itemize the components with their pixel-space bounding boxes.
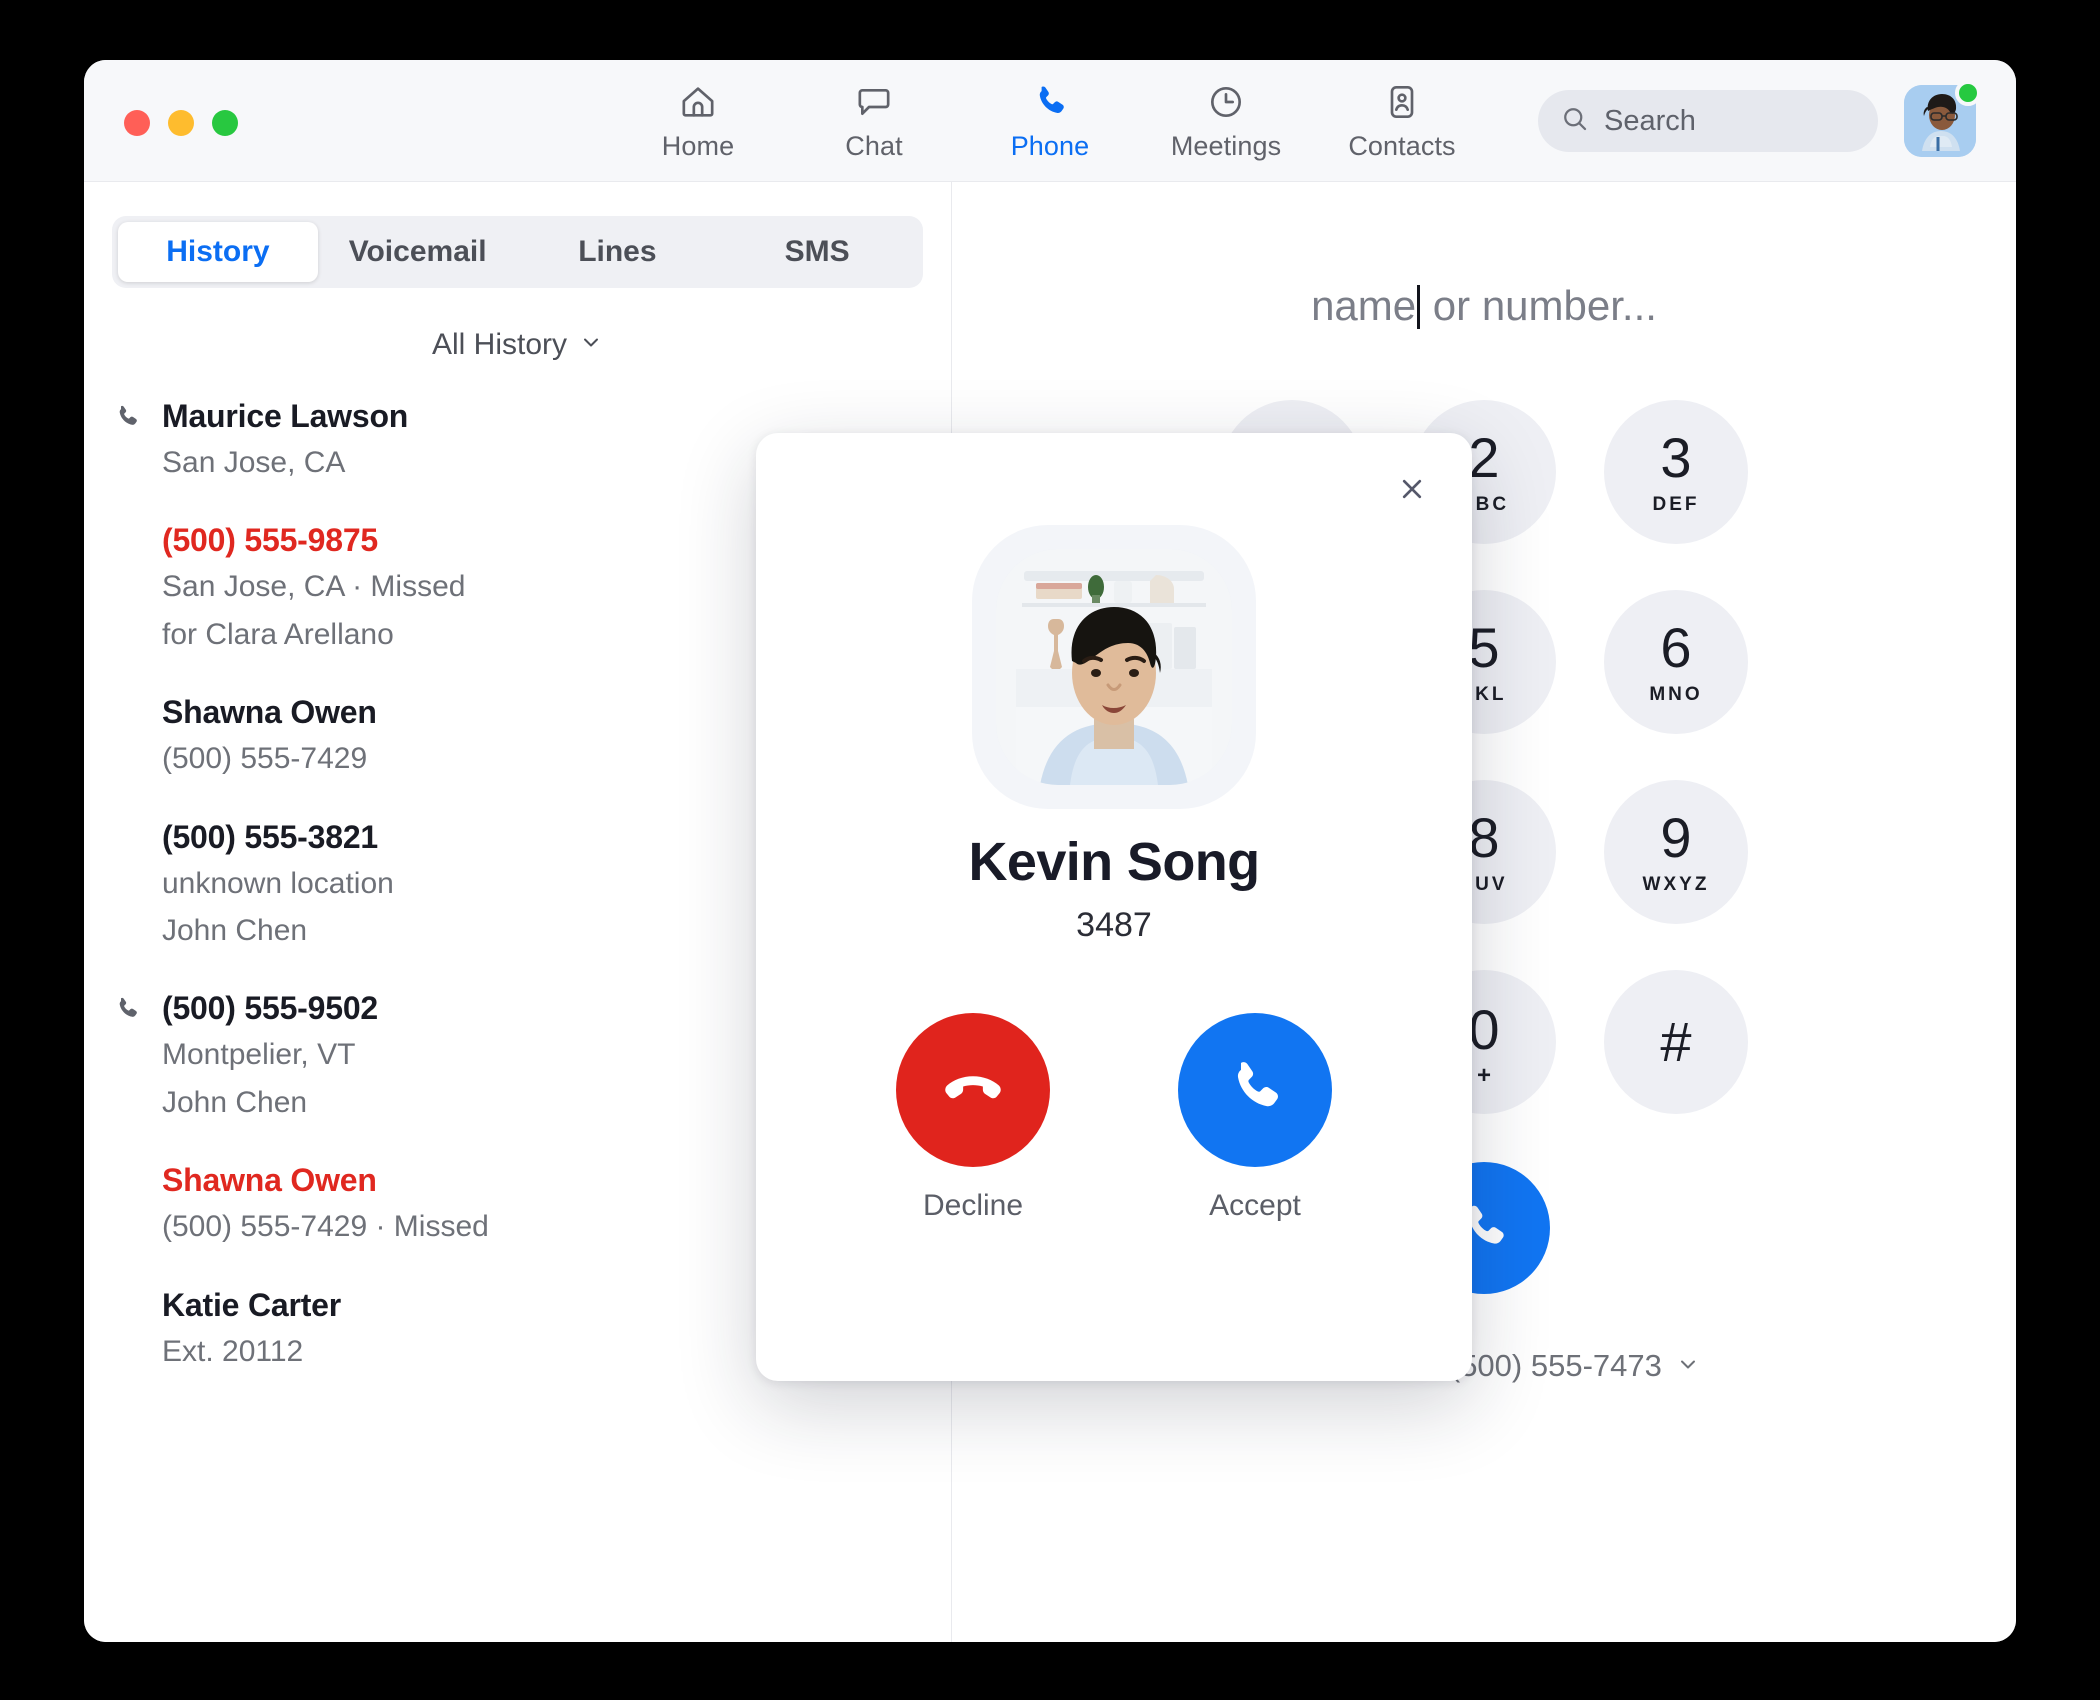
call-row-title-line: Shawna Owen xyxy=(112,1162,803,1199)
dialpad-key-digit: 5 xyxy=(1468,616,1500,679)
tab-label-lines: Lines xyxy=(578,235,657,268)
nav-label-phone: Phone xyxy=(1010,130,1090,161)
caller-photo-frame xyxy=(972,525,1256,809)
call-row-title: (500) 555-3821 xyxy=(162,818,379,855)
accept-button[interactable] xyxy=(1178,1013,1332,1167)
tab-label-sms: SMS xyxy=(784,235,850,268)
close-icon[interactable] xyxy=(1388,465,1436,513)
nav-item-phone[interactable]: Phone xyxy=(962,60,1138,182)
dialpad-key-letters: MNO xyxy=(1649,684,1703,705)
call-row-title: Katie Carter xyxy=(162,1286,342,1323)
tab-label-history: History xyxy=(166,235,270,268)
title-bar: Home Chat Phone Meetings Contacts Search xyxy=(84,60,2016,182)
call-row-subtitle: (500) 555-7429 · Missed xyxy=(162,1210,489,1244)
phone-icon xyxy=(112,402,148,432)
nav-label-home: Home xyxy=(661,130,735,161)
dialpad-key-letters: DEF xyxy=(1652,494,1700,515)
app-window: Home Chat Phone Meetings Contacts Search… xyxy=(84,60,2016,1642)
minimize-window-button[interactable] xyxy=(168,110,194,136)
call-row-title: (500) 555-9502 xyxy=(162,990,379,1027)
dialpad-key-digit: 0 xyxy=(1468,998,1500,1061)
dial-input-text-before: name xyxy=(1311,282,1417,329)
phone-icon xyxy=(112,994,148,1024)
tab-voicemail[interactable]: Voicemail xyxy=(318,222,518,282)
dialpad-key-letters: + xyxy=(1476,1062,1491,1089)
search-placeholder: Search xyxy=(1604,104,1696,137)
dialpad-key-digit: 9 xyxy=(1660,806,1692,869)
contact-card-icon xyxy=(1382,81,1422,123)
dialpad-key-digit: 3 xyxy=(1660,426,1692,489)
call-row-title: Shawna Owen xyxy=(162,1162,377,1199)
tab-sms[interactable]: SMS xyxy=(717,222,917,282)
sidebar-tabs: History Voicemail Lines SMS xyxy=(112,216,923,288)
phone-icon xyxy=(1029,81,1071,123)
search-input[interactable]: Search xyxy=(1538,90,1878,152)
call-row-main: Katie Carter Ext. 20112 xyxy=(112,1287,803,1373)
text-caret xyxy=(1417,285,1421,329)
dialpad-key-9[interactable]: 9 WXYZ xyxy=(1604,780,1748,924)
call-row-title: Shawna Owen xyxy=(162,694,377,731)
nav-item-contacts[interactable]: Contacts xyxy=(1314,60,1490,182)
dialpad-key-digit: # xyxy=(1660,1010,1692,1073)
decline-button[interactable] xyxy=(896,1013,1050,1167)
call-row-title: (500) 555-9875 xyxy=(162,522,379,559)
presence-indicator xyxy=(1955,80,1981,106)
nav-label-meetings: Meetings xyxy=(1170,130,1282,161)
tab-history[interactable]: History xyxy=(118,222,318,282)
accept-action: Accept xyxy=(1178,1013,1332,1223)
decline-label: Decline xyxy=(922,1189,1024,1222)
dialpad-key-letters: WXYZ xyxy=(1642,874,1710,895)
call-row-subtitle: Ext. 20112 xyxy=(162,1334,304,1368)
maximize-window-button[interactable] xyxy=(212,110,238,136)
nav-item-chat[interactable]: Chat xyxy=(786,60,962,182)
nav-item-home[interactable]: Home xyxy=(610,60,786,182)
phone-icon xyxy=(1220,1053,1290,1128)
call-row-title-line: Maurice Lawson xyxy=(112,398,911,435)
avatar[interactable] xyxy=(1904,80,1981,157)
chevron-down-icon xyxy=(579,328,603,362)
dialpad-key-digit: 2 xyxy=(1468,426,1500,489)
nav-label-chat: Chat xyxy=(845,130,903,161)
search-icon xyxy=(1560,104,1590,139)
call-row-title-line: Katie Carter xyxy=(112,1287,803,1324)
nav-item-meetings[interactable]: Meetings xyxy=(1138,60,1314,182)
chat-bubble-icon xyxy=(854,81,894,123)
incoming-call-actions: Decline Accept xyxy=(756,1013,1472,1223)
history-filter-dropdown[interactable]: All History xyxy=(84,328,951,362)
call-row-title: Maurice Lawson xyxy=(162,398,409,434)
main-navigation: Home Chat Phone Meetings Contacts xyxy=(610,60,1490,182)
dialpad-key-hash[interactable]: # xyxy=(1604,970,1748,1114)
dial-input-field[interactable]: name or number... xyxy=(1124,282,1844,330)
phone-decline-icon xyxy=(936,1051,1010,1130)
history-filter-label: All History xyxy=(431,328,567,361)
accept-label: Accept xyxy=(1209,1189,1301,1222)
dialpad-key-3[interactable]: 3 DEF xyxy=(1604,400,1748,544)
caller-avatar xyxy=(996,549,1232,785)
header-right-cluster: Search xyxy=(1538,60,1981,182)
close-window-button[interactable] xyxy=(124,110,150,136)
home-icon xyxy=(678,81,718,123)
dial-input-text-after: or number... xyxy=(1421,282,1657,329)
tab-label-voicemail: Voicemail xyxy=(348,235,487,268)
call-row-main: Shawna Owen (500) 555-7429 · Missed xyxy=(112,1162,803,1246)
dialpad-key-digit: 8 xyxy=(1468,806,1500,869)
traffic-lights xyxy=(124,110,238,136)
nav-label-contacts: Contacts xyxy=(1348,130,1456,161)
clock-icon xyxy=(1206,81,1246,123)
incoming-call-dialog: Kevin Song 3487 Decline Accept xyxy=(756,433,1472,1381)
dialpad-key-6[interactable]: 6 MNO xyxy=(1604,590,1748,734)
dialpad-key-digit: 6 xyxy=(1660,616,1692,679)
tab-lines[interactable]: Lines xyxy=(518,222,718,282)
decline-action: Decline xyxy=(896,1013,1050,1223)
chevron-down-icon xyxy=(1676,1348,1700,1384)
caller-name: Kevin Song xyxy=(968,832,1260,892)
caller-extension: 3487 xyxy=(1076,906,1152,944)
